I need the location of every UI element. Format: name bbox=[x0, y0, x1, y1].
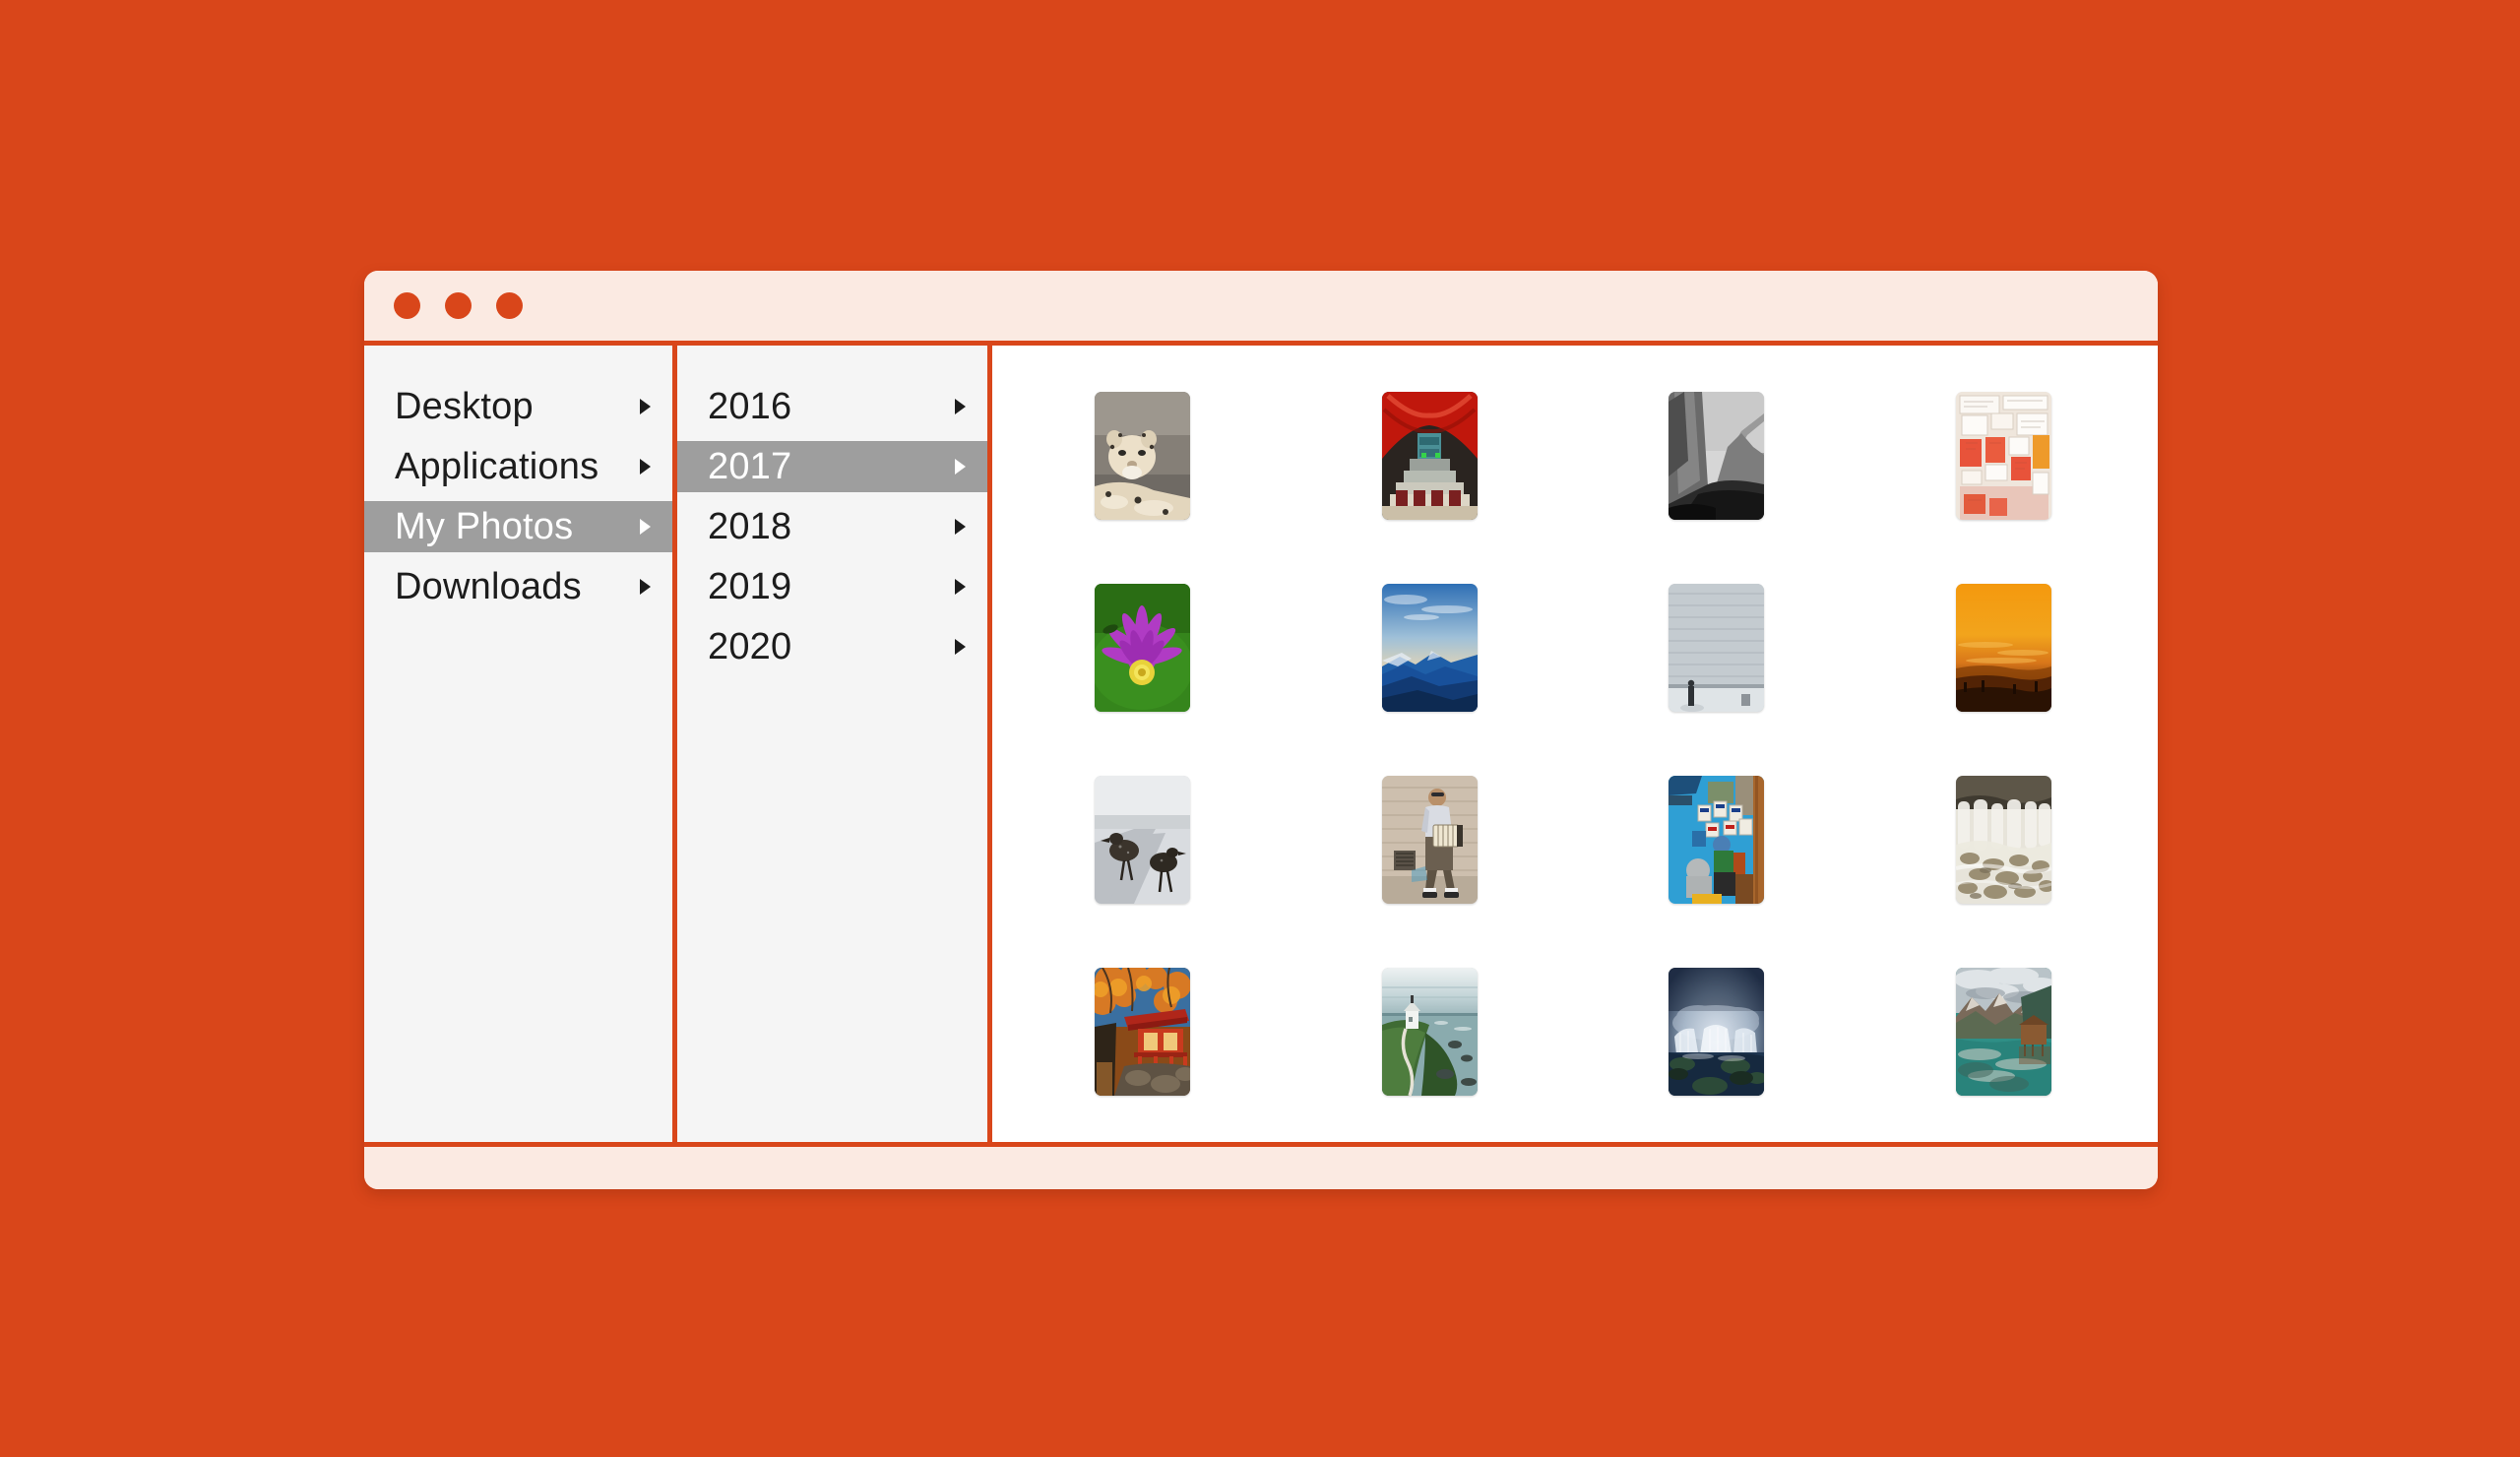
chevron-right-icon bbox=[955, 519, 966, 535]
photo-thumbnail-red-subway-station[interactable] bbox=[1381, 391, 1478, 520]
photo-thumbnail-grid bbox=[1014, 365, 2132, 1122]
chevron-right-icon bbox=[640, 579, 651, 595]
thumbnail-cell bbox=[1588, 750, 1846, 930]
thumbnail-cell bbox=[1875, 750, 2133, 930]
window-controls bbox=[394, 292, 523, 319]
sidebar-folder-column: Desktop Applications My Photos Downloads bbox=[364, 346, 677, 1142]
thumbnail-cell bbox=[1875, 942, 2133, 1122]
thumbnail-cell bbox=[1014, 557, 1272, 737]
year-item-2016[interactable]: 2016 bbox=[677, 381, 987, 432]
year-item-label: 2019 bbox=[708, 566, 792, 607]
photo-thumbnail-alpine-lake-boathouse[interactable] bbox=[1955, 968, 2051, 1097]
photo-thumbnail-snow-leopard[interactable] bbox=[1095, 391, 1191, 520]
sidebar-item-downloads[interactable]: Downloads bbox=[364, 561, 672, 612]
thumbnail-cell bbox=[1875, 557, 2133, 737]
thumbnail-cell bbox=[1301, 365, 1559, 545]
window-content: Desktop Applications My Photos Downloads bbox=[364, 346, 2158, 1142]
year-item-2020[interactable]: 2020 bbox=[677, 621, 987, 672]
sidebar-item-label: Applications bbox=[395, 446, 599, 487]
photo-preview-panel bbox=[992, 346, 2158, 1142]
chevron-right-icon bbox=[640, 519, 651, 535]
chevron-right-icon bbox=[955, 579, 966, 595]
thumbnail-cell bbox=[1014, 365, 1272, 545]
thumbnail-cell bbox=[1588, 942, 1846, 1122]
thumbnail-cell bbox=[1588, 557, 1846, 737]
photo-thumbnail-japanese-temple-autumn[interactable] bbox=[1095, 968, 1191, 1097]
year-item-2017[interactable]: 2017 bbox=[677, 441, 987, 492]
thumbnail-cell bbox=[1014, 942, 1272, 1122]
thumbnail-cell bbox=[1301, 942, 1559, 1122]
photo-thumbnail-yosemite-valley-bw[interactable] bbox=[1669, 391, 1765, 520]
years-column: 2016 2017 2018 2019 2020 bbox=[677, 346, 992, 1142]
photo-thumbnail-purple-water-lily[interactable] bbox=[1095, 583, 1191, 712]
photo-thumbnail-concrete-wall-figure[interactable] bbox=[1669, 583, 1765, 712]
window-titlebar bbox=[364, 271, 2158, 346]
chevron-right-icon bbox=[955, 399, 966, 414]
desktop-background: Desktop Applications My Photos Downloads bbox=[0, 0, 2520, 1457]
photo-thumbnail-godafoss-waterfall[interactable] bbox=[1669, 968, 1765, 1097]
photo-thumbnail-blue-mountains-dawn[interactable] bbox=[1381, 583, 1478, 712]
chevron-right-icon bbox=[640, 399, 651, 414]
minimize-button-icon[interactable] bbox=[445, 292, 472, 319]
maximize-button-icon[interactable] bbox=[496, 292, 523, 319]
sidebar-item-label: My Photos bbox=[395, 506, 574, 547]
chevron-right-icon bbox=[640, 459, 651, 475]
thumbnail-cell bbox=[1014, 750, 1272, 930]
photo-thumbnail-orange-sunset-fields[interactable] bbox=[1955, 583, 2051, 712]
window-statusbar bbox=[364, 1142, 2158, 1189]
thumbnail-cell bbox=[1301, 557, 1559, 737]
sidebar-item-label: Downloads bbox=[395, 566, 582, 607]
sidebar-item-my-photos[interactable]: My Photos bbox=[364, 501, 672, 552]
sidebar-item-desktop[interactable]: Desktop bbox=[364, 381, 672, 432]
year-item-label: 2016 bbox=[708, 386, 792, 427]
thumbnail-cell bbox=[1588, 365, 1846, 545]
photo-thumbnail-accordion-player[interactable] bbox=[1381, 776, 1478, 905]
close-button-icon[interactable] bbox=[394, 292, 420, 319]
year-item-label: 2017 bbox=[708, 446, 792, 487]
photo-thumbnail-paper-notices-wall[interactable] bbox=[1955, 391, 2051, 520]
sidebar-item-applications[interactable]: Applications bbox=[364, 441, 672, 492]
year-item-label: 2018 bbox=[708, 506, 792, 547]
thumbnail-cell bbox=[1301, 750, 1559, 930]
photo-thumbnail-waterfall-over-stones[interactable] bbox=[1955, 776, 2051, 905]
year-item-2019[interactable]: 2019 bbox=[677, 561, 987, 612]
chevron-right-icon bbox=[955, 459, 966, 475]
photo-thumbnail-coastal-house-cliff[interactable] bbox=[1381, 968, 1478, 1097]
chevron-right-icon bbox=[955, 639, 966, 655]
thumbnail-cell bbox=[1875, 365, 2133, 545]
year-item-label: 2020 bbox=[708, 626, 792, 667]
sidebar-item-label: Desktop bbox=[395, 386, 534, 427]
photo-thumbnail-birds-on-pavement[interactable] bbox=[1095, 776, 1191, 905]
photo-thumbnail-street-market-stall[interactable] bbox=[1669, 776, 1765, 905]
file-browser-window: Desktop Applications My Photos Downloads bbox=[364, 271, 2158, 1189]
year-item-2018[interactable]: 2018 bbox=[677, 501, 987, 552]
